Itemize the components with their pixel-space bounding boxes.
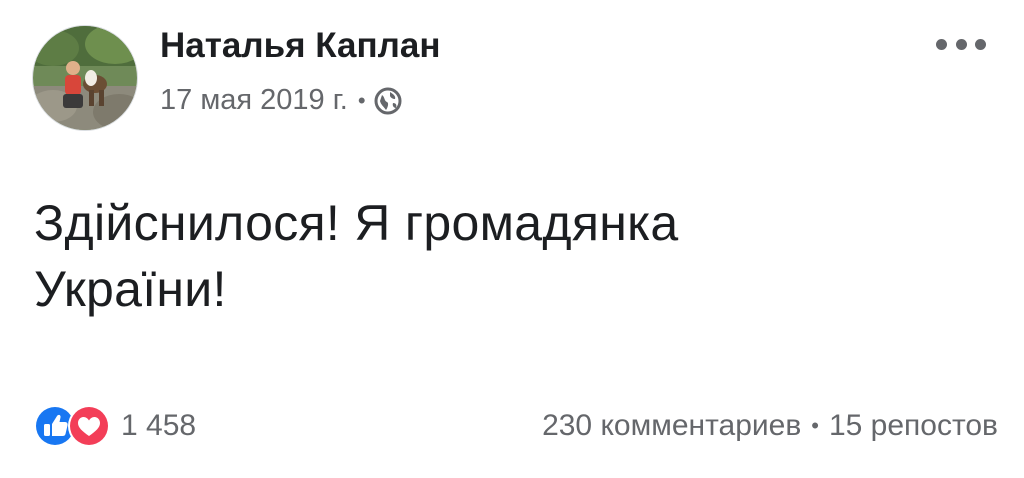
post-meta: 17 мая 2019 г. • [160, 84, 402, 117]
post-stats: 230 комментариев • 15 репостов [542, 409, 998, 443]
post-message: Здійснилося! Я громадянка України! [34, 190, 994, 322]
meta-separator: • [357, 87, 366, 113]
reaction-count: 1 458 [121, 409, 197, 442]
globe-icon [374, 87, 402, 115]
avatar[interactable] [33, 26, 137, 130]
more-dot [955, 38, 967, 50]
author-name[interactable]: Наталья Каплан [160, 26, 440, 66]
facebook-post: Наталья Каплан 17 мая 2019 г. • Здійснил… [0, 0, 1024, 478]
post-footer: 1 458 230 комментариев • 15 репостов [33, 402, 998, 450]
message-line: України! [34, 261, 227, 317]
reactions-summary[interactable]: 1 458 [33, 404, 196, 448]
more-dot [936, 38, 947, 50]
shares-count[interactable]: 15 репостов [829, 409, 998, 443]
message-line: Здійснилося! Я громадянка [34, 195, 679, 251]
post-date[interactable]: 17 мая 2019 г. [160, 84, 348, 117]
stats-separator: • [811, 413, 819, 438]
avatar-photo [33, 26, 137, 130]
comments-count[interactable]: 230 комментариев [542, 409, 801, 443]
more-dot [975, 38, 986, 50]
more-options-icon[interactable] [936, 30, 986, 58]
love-icon [67, 404, 111, 448]
